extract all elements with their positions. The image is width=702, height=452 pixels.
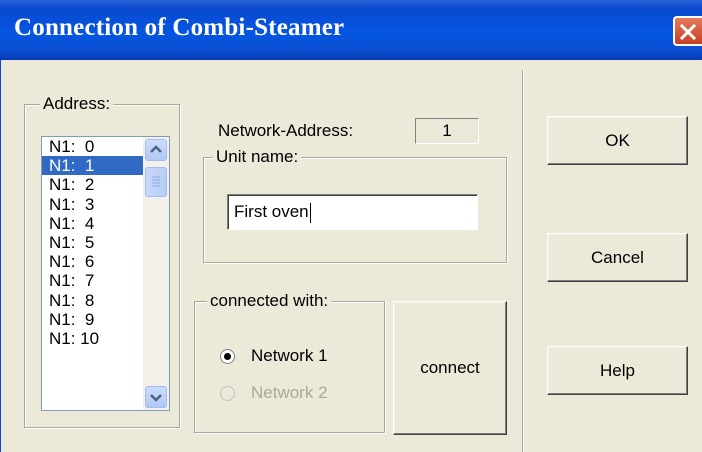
- network-1-radio[interactable]: [220, 349, 235, 364]
- network-address-label: Network-Address:: [218, 121, 354, 140]
- network-address-value: 1: [415, 118, 479, 144]
- grip-icon: [152, 176, 160, 187]
- scroll-down-button[interactable]: [145, 386, 167, 408]
- vertical-separator: [522, 70, 524, 452]
- network-2-radio[interactable]: [220, 386, 235, 401]
- address-scrollbar[interactable]: [143, 137, 169, 410]
- title-bar[interactable]: Connection of Combi-Steamer: [0, 0, 702, 60]
- help-button[interactable]: Help: [547, 346, 688, 395]
- close-icon: [679, 23, 697, 41]
- ok-button[interactable]: OK: [547, 116, 688, 165]
- address-listbox[interactable]: N1: 0 N1: 1 N1: 2 N1: 3 N1: 4 N1: 5 N1: 6 N1: 7…: [41, 136, 170, 411]
- address-list-item[interactable]: N1: 1: [42, 156, 143, 176]
- close-button[interactable]: [673, 16, 702, 46]
- cancel-button[interactable]: Cancel: [547, 233, 688, 282]
- chevron-down-icon: [150, 394, 162, 402]
- radio-dot: [224, 353, 231, 360]
- unit-name-input[interactable]: First oven: [227, 194, 478, 230]
- scroll-up-button[interactable]: [145, 139, 167, 161]
- text-caret: [309, 202, 311, 223]
- window-title: Connection of Combi-Steamer: [14, 14, 345, 41]
- network-2-label[interactable]: Network 2: [251, 383, 328, 403]
- address-legend: Address:: [40, 94, 114, 114]
- scroll-thumb[interactable]: [145, 167, 167, 197]
- connected-with-legend: connected with:: [207, 291, 332, 311]
- unit-name-value: First oven: [234, 202, 309, 221]
- network-1-label[interactable]: Network 1: [251, 346, 328, 366]
- unit-name-legend: Unit name:: [213, 147, 302, 167]
- chevron-up-icon: [150, 145, 162, 153]
- connect-button[interactable]: connect: [393, 301, 507, 435]
- connected-with-group: [194, 301, 385, 433]
